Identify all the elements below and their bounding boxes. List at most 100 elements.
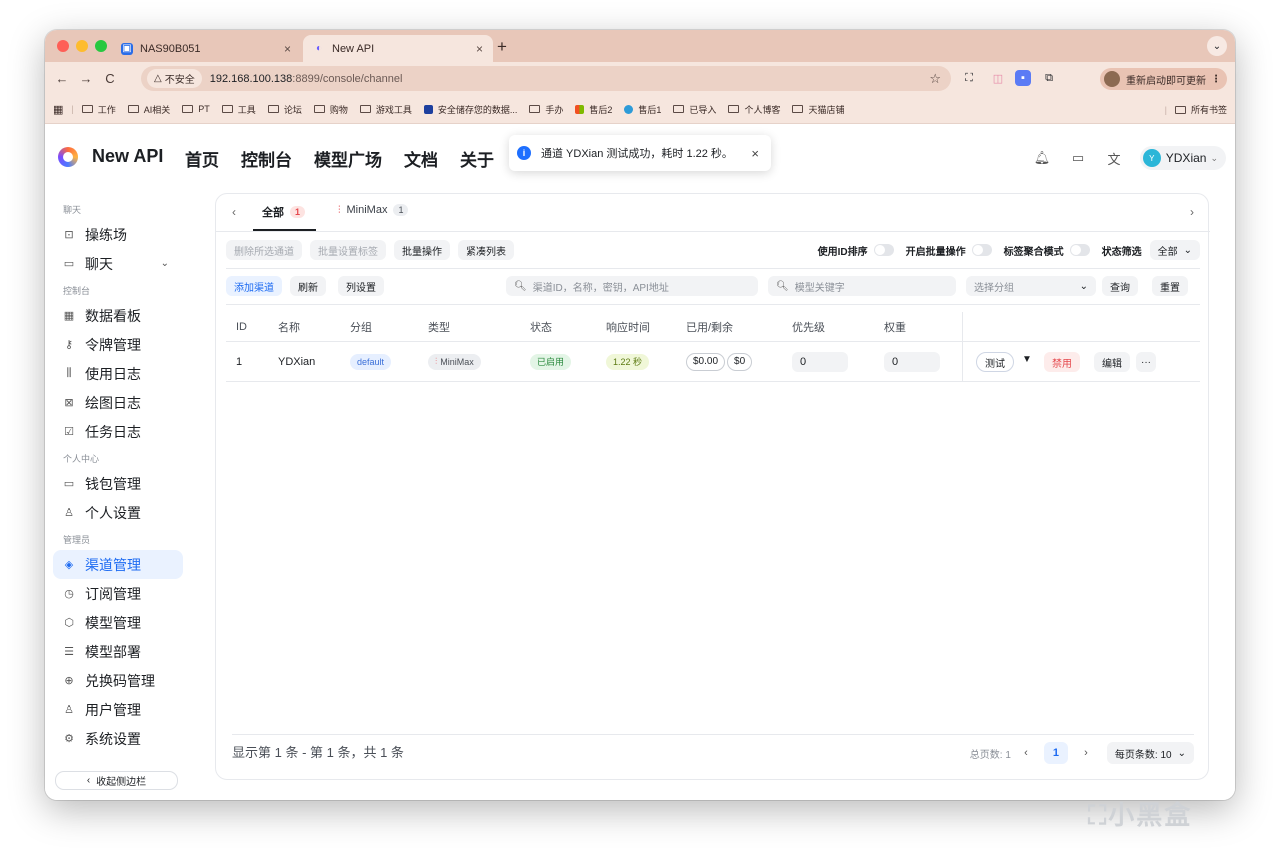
query-button[interactable]: 查询 — [1102, 276, 1138, 296]
toast-close-icon[interactable]: × — [751, 146, 759, 161]
column-header[interactable]: 已用/剩余 — [686, 319, 733, 335]
weight-input[interactable]: 0 — [884, 351, 940, 372]
brand-name[interactable]: New API — [92, 146, 163, 167]
sidebar-item-users[interactable]: ♙ 用户管理 — [53, 695, 183, 724]
sidebar-item-dashboard[interactable]: ▦ 数据看板 — [53, 301, 183, 330]
chevron-right-icon[interactable]: › — [1190, 205, 1194, 219]
bookmark-item[interactable]: 售后1 — [624, 103, 661, 116]
channel-search-input[interactable]: 🔍︎ 渠道ID，名称，密钥，API地址 — [506, 276, 758, 296]
refresh-button[interactable]: 刷新 — [290, 276, 326, 296]
extension-icon[interactable]: ▪ — [1015, 70, 1031, 86]
batch-mode-toggle[interactable]: 开启批量操作 — [906, 243, 992, 258]
bookmark-item[interactable]: AI相关 — [127, 103, 170, 116]
bookmark-item[interactable]: 游戏工具 — [359, 103, 412, 116]
tab-search-button[interactable]: ⌄ — [1207, 36, 1227, 56]
translate-icon[interactable]: 文 — [1105, 149, 1123, 167]
remaining-amount[interactable]: $0 — [727, 352, 753, 371]
batch-tag-button[interactable]: 批量设置标签 — [310, 240, 386, 260]
page-size-select[interactable]: 每页条数: 10 ⌄ — [1106, 742, 1194, 764]
toggle-switch[interactable] — [873, 244, 894, 256]
nav-console[interactable]: 控制台 — [241, 146, 292, 171]
sidebar-item-subscriptions[interactable]: ◷ 订阅管理 — [53, 579, 183, 608]
bookmark-item[interactable]: 天猫店铺 — [792, 103, 844, 116]
nav-model-square[interactable]: 模型广场 — [314, 146, 382, 171]
browser-tab-newapi[interactable]: ◐ New API × — [303, 35, 493, 62]
all-bookmarks[interactable]: | 所有书签 — [1165, 103, 1227, 116]
toggle-switch[interactable] — [1069, 244, 1090, 256]
compact-list-button[interactable]: 紧凑列表 — [458, 240, 514, 260]
id-sort-toggle[interactable]: 使用ID排序 — [818, 243, 894, 258]
column-header[interactable]: 权重 — [884, 319, 906, 335]
new-tab-button[interactable]: + — [497, 37, 507, 57]
bookmark-item[interactable]: PT — [182, 104, 210, 114]
sidebar-item-system-settings[interactable]: ⚙ 系统设置 — [53, 724, 183, 753]
bookmark-item[interactable]: 购物 — [313, 103, 348, 116]
sidebar-item-usage-log[interactable]: ⫼ 使用日志 — [53, 359, 183, 388]
column-settings-button[interactable]: 列设置 — [338, 276, 384, 296]
toggle-switch[interactable] — [971, 244, 992, 256]
column-header[interactable]: 分组 — [350, 319, 372, 335]
priority-input[interactable]: 0 — [792, 351, 848, 372]
minimize-window-icon[interactable] — [76, 40, 88, 52]
column-header[interactable]: ID — [236, 321, 247, 333]
sidebar-item-tokens[interactable]: ⚷ 令牌管理 — [53, 330, 183, 359]
sidebar-item-chat[interactable]: ▭ 聊天 ⌄ — [53, 249, 183, 278]
newapi-logo-icon[interactable] — [58, 147, 78, 167]
sidebar-item-channels[interactable]: ◈ 渠道管理 — [53, 550, 183, 579]
sidebar-item-deployments[interactable]: ☰ 模型部署 — [53, 637, 183, 666]
bookmark-item[interactable]: 手办 — [529, 103, 563, 116]
security-badge[interactable]: △ 不安全 — [147, 69, 202, 88]
response-time-badge[interactable]: 1.22 秒 — [606, 353, 650, 370]
next-page-icon[interactable]: › — [1074, 742, 1098, 764]
bookmark-item[interactable]: 论坛 — [267, 103, 302, 116]
model-keyword-input[interactable]: 🔍︎ 模型关键字 — [768, 276, 956, 296]
column-header[interactable]: 优先级 — [792, 319, 825, 335]
edit-button[interactable]: 编辑 — [1094, 352, 1130, 372]
add-channel-button[interactable]: 添加渠道 — [226, 276, 282, 296]
bookmark-item[interactable]: 工作 — [81, 103, 116, 116]
more-actions-button[interactable]: ··· — [1136, 352, 1156, 372]
back-icon[interactable]: ← — [50, 71, 74, 86]
column-header[interactable]: 响应时间 — [606, 319, 650, 335]
group-select[interactable]: 选择分组 ⌄ — [966, 276, 1096, 296]
nav-about[interactable]: 关于 — [460, 146, 494, 171]
extensions-puzzle-icon[interactable]: ⧉ — [1041, 70, 1057, 86]
delete-selected-button[interactable]: 删除所选通道 — [226, 240, 302, 260]
maximize-window-icon[interactable] — [95, 40, 107, 52]
tab-close-icon[interactable]: × — [284, 42, 291, 56]
column-header[interactable]: 状态 — [530, 319, 552, 335]
apps-grid-icon[interactable]: ▦ — [53, 103, 63, 116]
test-button[interactable]: 测试 — [976, 352, 1014, 372]
bookmark-item[interactable]: 已导入 — [673, 103, 716, 116]
close-window-icon[interactable] — [57, 40, 69, 52]
forward-icon[interactable]: → — [74, 71, 98, 86]
bookmark-star-icon[interactable]: ☆ — [929, 71, 941, 87]
tag-aggregate-toggle[interactable]: 标签聚合模式 — [1004, 243, 1090, 258]
bell-icon[interactable]: 🔔︎ — [1033, 149, 1051, 167]
browser-tab-nas[interactable]: ▣ NAS90B051 × — [111, 35, 301, 62]
reload-icon[interactable]: C — [98, 71, 122, 86]
address-bar[interactable]: △ 不安全 192.168.100.138:8899/console/channe… — [141, 66, 951, 91]
sidebar-item-wallet[interactable]: ▭ 钱包管理 — [53, 469, 183, 498]
column-header[interactable]: 名称 — [278, 319, 300, 335]
table-row[interactable]: 1 YDXian default ⫶ MiniMax 已启用 1.22 秒 $0.… — [226, 342, 1200, 382]
user-menu[interactable]: Y YDXian ⌄ — [1139, 146, 1226, 170]
test-dropdown-icon[interactable]: ▼ — [1022, 354, 1032, 365]
tab-all[interactable]: 全部 1 — [262, 204, 306, 220]
sidebar-item-models[interactable]: ⬡ 模型管理 — [53, 608, 183, 637]
nav-home[interactable]: 首页 — [185, 146, 219, 171]
chevron-left-icon[interactable]: ‹ — [232, 205, 236, 219]
extension-icon[interactable]: ⛶ — [961, 70, 977, 86]
sidebar-item-playground[interactable]: ⊡ 操练场 — [53, 220, 183, 249]
status-filter-select[interactable]: 全部 ⌄ — [1149, 240, 1200, 260]
bookmark-item[interactable]: 售后2 — [575, 103, 612, 116]
bookmark-item[interactable]: 个人博客 — [728, 103, 780, 116]
disable-button[interactable]: 禁用 — [1044, 352, 1080, 372]
sidebar-item-personal-settings[interactable]: ♙ 个人设置 — [53, 498, 183, 527]
page-number[interactable]: 1 — [1043, 742, 1068, 764]
reset-button[interactable]: 重置 — [1152, 276, 1188, 296]
bookmark-item[interactable]: 安全储存您的数据... — [423, 103, 517, 116]
prev-page-icon[interactable]: ‹ — [1014, 742, 1038, 764]
monitor-icon[interactable]: ▭ — [1069, 149, 1087, 167]
tab-minimax[interactable]: ⫶ MiniMax 1 — [338, 204, 409, 216]
